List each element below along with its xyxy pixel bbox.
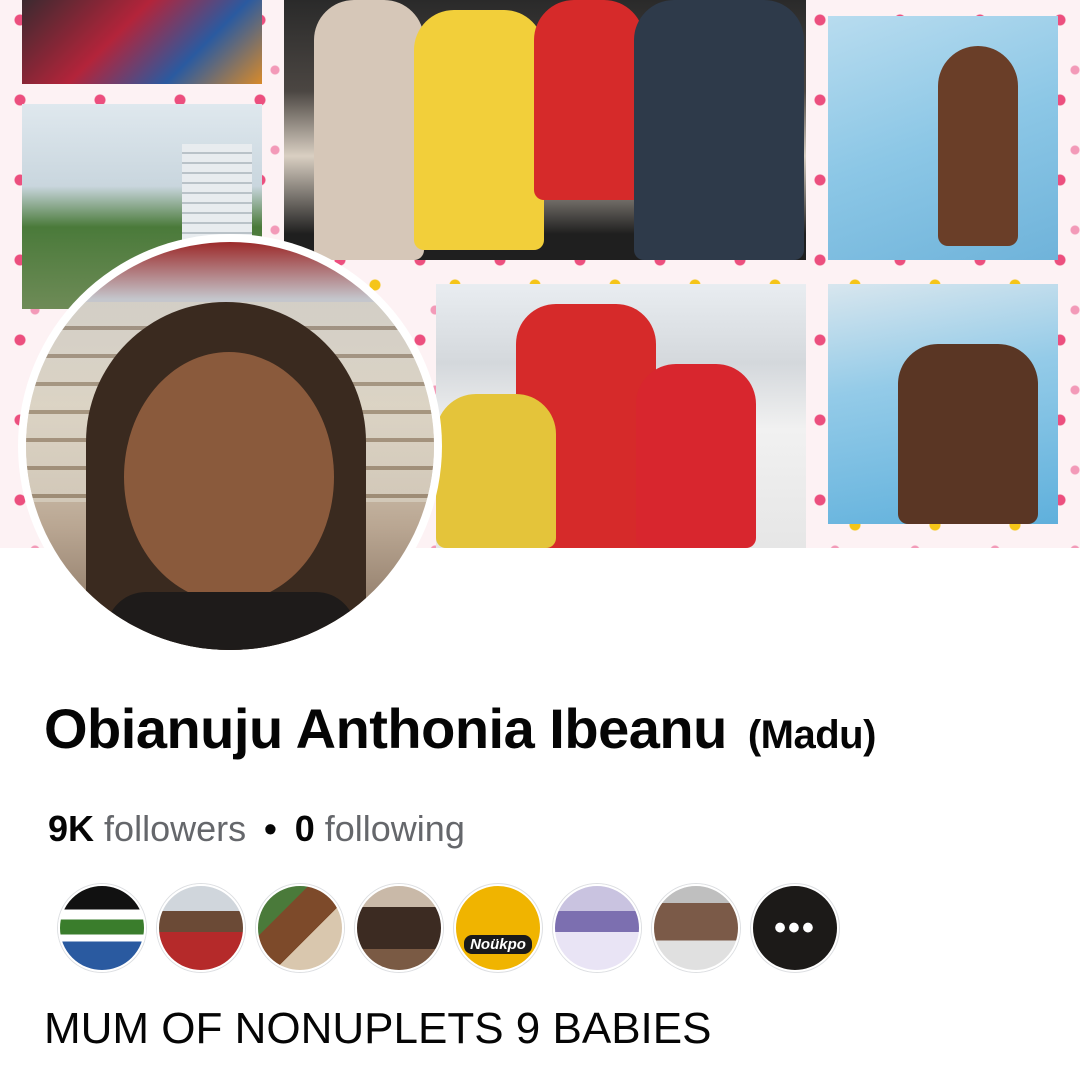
profile-name: Obianuju Anthonia Ibeanu (Madu) [44,696,876,761]
noukpo-logo: Noükpo [464,935,532,954]
profile-alternate-name: (Madu) [747,713,877,757]
friend-avatar[interactable] [355,884,443,972]
cover-collage-photo [22,0,262,84]
stats-separator: • [264,808,277,849]
friend-avatar[interactable] [256,884,344,972]
friend-avatar[interactable] [157,884,245,972]
follow-stats: 9K followers • 0 following [48,808,465,850]
followers-count: 9K [48,808,95,849]
cover-collage-photo [828,284,1058,524]
cover-collage-photo [284,0,806,260]
cover-collage-photo [436,284,806,548]
profile-full-name: Obianuju Anthonia Ibeanu [44,697,727,760]
friend-avatar[interactable] [652,884,740,972]
friend-avatar[interactable] [553,884,641,972]
following-label: following [324,808,465,849]
more-dots-icon: ••• [774,908,816,947]
friend-avatar[interactable] [58,884,146,972]
friend-avatar-logo[interactable]: Noükpo [454,884,542,972]
profile-picture[interactable] [26,242,434,650]
cover-collage-photo [828,16,1058,260]
followers-link[interactable]: 9K followers [48,808,246,849]
following-link[interactable]: 0 following [295,808,465,849]
profile-bio: MUM OF NONUPLETS 9 BABIES [44,1004,712,1053]
more-friends-button[interactable]: ••• [751,884,839,972]
followers-label: followers [104,808,247,849]
following-count: 0 [294,808,315,849]
friends-avatars: Noükpo ••• [58,884,850,972]
